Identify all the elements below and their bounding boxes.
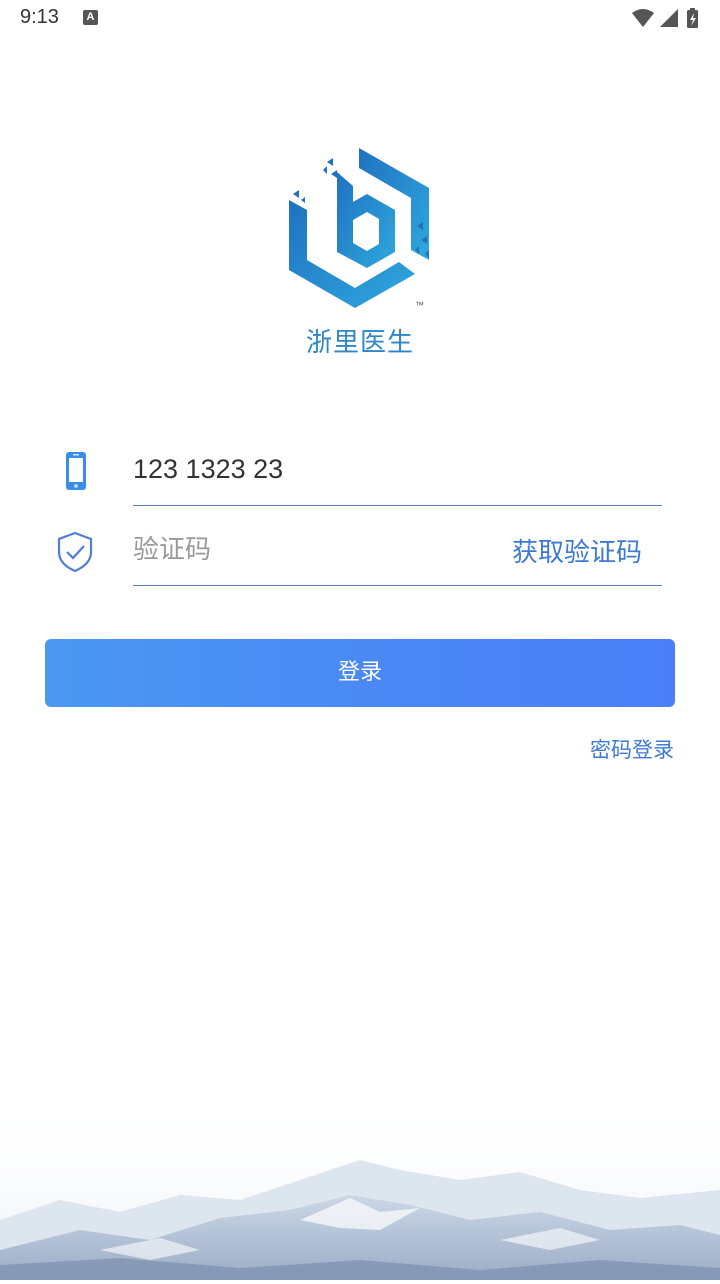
shield-check-icon bbox=[55, 530, 95, 574]
code-row: 获取验证码 bbox=[0, 508, 720, 588]
mountain-background-image bbox=[0, 1100, 720, 1280]
get-code-button[interactable]: 获取验证码 bbox=[512, 532, 642, 569]
battery-icon bbox=[687, 8, 698, 28]
notification-a-icon: A bbox=[83, 10, 98, 25]
password-login-link[interactable]: 密码登录 bbox=[590, 734, 674, 764]
login-button[interactable]: 登录 bbox=[45, 639, 675, 707]
brand-name: 浙里医生 bbox=[305, 328, 414, 358]
mobile-phone-icon bbox=[55, 450, 95, 494]
trademark-mark: ™ bbox=[415, 300, 424, 310]
phone-row bbox=[0, 428, 720, 508]
verification-code-input[interactable] bbox=[133, 526, 493, 572]
wifi-icon bbox=[632, 9, 654, 27]
status-icons bbox=[632, 7, 702, 29]
code-underline bbox=[133, 585, 662, 586]
cell-signal-icon bbox=[660, 9, 678, 27]
status-bar: 9:13 A bbox=[0, 0, 720, 36]
phone-input[interactable] bbox=[133, 446, 493, 492]
status-time: 9:13 bbox=[20, 6, 59, 28]
app-logo: ™ bbox=[287, 142, 437, 312]
phone-underline bbox=[133, 505, 662, 506]
